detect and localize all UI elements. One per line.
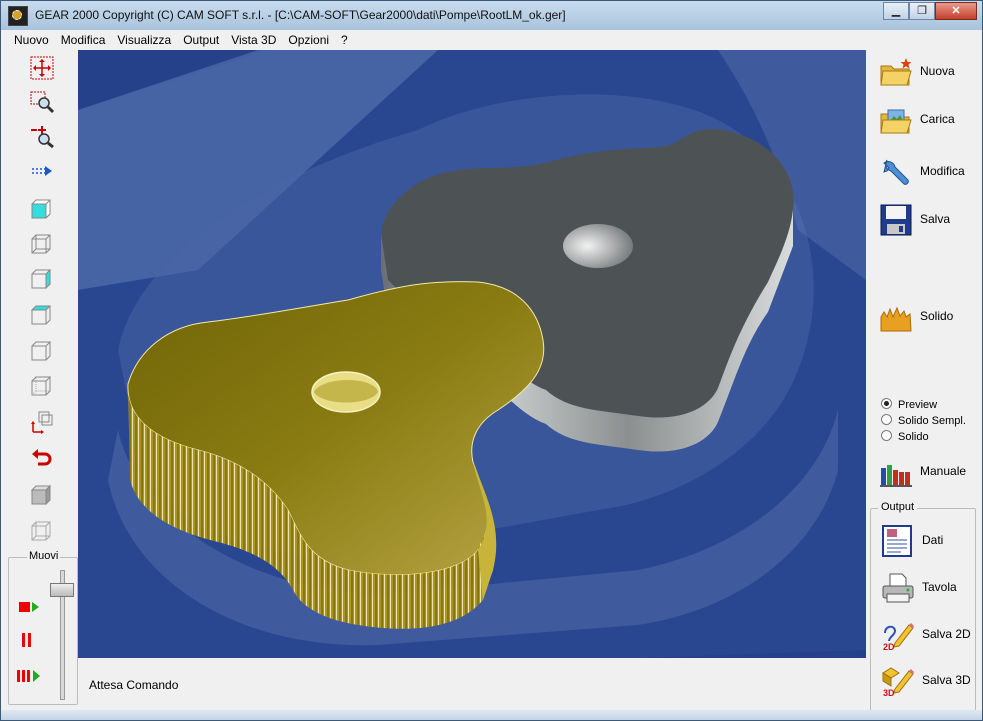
radio-preview-label: Preview: [898, 399, 938, 411]
play-icon[interactable]: [18, 598, 42, 616]
data-sheet-icon: [881, 525, 915, 557]
zoom-in-out-icon[interactable]: [30, 124, 54, 149]
manuale-label: Manuale: [920, 464, 967, 478]
cube-solid-gray-icon[interactable]: [30, 482, 54, 506]
menu-nuovo[interactable]: Nuovo: [8, 31, 55, 49]
cube-wire-gray-icon[interactable]: [30, 518, 54, 542]
step-forward-icon[interactable]: [16, 667, 44, 685]
cube-top-icon[interactable]: [30, 304, 54, 328]
radio-solido-sempl-dot[interactable]: [881, 414, 892, 425]
cube-wire-2-icon[interactable]: [30, 340, 54, 364]
salva-3d-label: Salva 3D: [922, 673, 971, 687]
cube-iso-icon[interactable]: [30, 375, 54, 399]
cube-side-icon[interactable]: [30, 268, 54, 292]
radio-preview-dot[interactable]: [881, 398, 892, 409]
floppy-disk-icon: [879, 204, 913, 236]
menu-opzioni[interactable]: Opzioni: [282, 31, 335, 49]
left-toolbar: [8, 50, 78, 550]
status-area: Attesa Comando: [78, 661, 866, 706]
menu-output[interactable]: Output: [177, 31, 225, 49]
solido-button[interactable]: Solido: [869, 295, 973, 339]
salva-3d-button[interactable]: 3D Salva 3D: [871, 659, 975, 703]
salva-2d-label: Salva 2D: [922, 627, 971, 641]
pause-icon[interactable]: [18, 631, 42, 649]
minimize-button[interactable]: ▁: [883, 2, 909, 20]
radio-solido-label: Solido: [898, 431, 929, 443]
radio-solido[interactable]: Solido: [881, 430, 929, 443]
muovi-label: Muovi: [27, 550, 61, 562]
gear-app-icon[interactable]: [8, 6, 28, 26]
menu-modifica[interactable]: Modifica: [55, 31, 112, 49]
wrench-icon: [879, 156, 913, 188]
books-icon: [879, 456, 913, 488]
move-pan-icon[interactable]: [30, 56, 54, 80]
menu-help[interactable]: ?: [335, 31, 354, 49]
salva-button[interactable]: Salva: [869, 198, 973, 242]
status-text: Attesa Comando: [89, 678, 179, 692]
folder-open-icon: [879, 104, 913, 136]
nuova-label: Nuova: [920, 64, 955, 78]
carica-button[interactable]: Carica: [869, 98, 973, 142]
cube-wire-icon[interactable]: [30, 233, 54, 257]
tavola-label: Tavola: [922, 580, 957, 594]
radio-solido-dot[interactable]: [881, 430, 892, 441]
tavola-button[interactable]: Tavola: [871, 566, 975, 610]
menu-bar: Nuovo Modifica Visualizza Output Vista 3D Opz…: [8, 31, 976, 49]
window-bottom-border: [1, 710, 982, 720]
modifica-label: Modifica: [920, 164, 965, 178]
svg-text:3D: 3D: [883, 688, 895, 697]
title-bar[interactable]: GEAR 2000 Copyright (C) CAM SOFT s.r.l. …: [1, 1, 982, 30]
radio-solido-sempl-label: Solido Sempl.: [898, 415, 966, 427]
main-window: GEAR 2000 Copyright (C) CAM SOFT s.r.l. …: [0, 0, 983, 721]
muovi-group: Muovi: [8, 550, 78, 705]
window-title: GEAR 2000 Copyright (C) CAM SOFT s.r.l. …: [35, 8, 566, 22]
gear-3d-scene: [78, 50, 866, 658]
carica-label: Carica: [920, 112, 955, 126]
save-3d-icon: 3D: [881, 665, 915, 698]
modifica-button[interactable]: Modifica: [869, 150, 973, 194]
radio-solido-sempl[interactable]: Solido Sempl.: [881, 414, 966, 427]
close-button[interactable]: ✕: [935, 2, 977, 20]
dati-label: Dati: [922, 533, 944, 547]
salva-2d-button[interactable]: 2D Salva 2D: [871, 613, 975, 657]
dati-button[interactable]: Dati: [871, 519, 975, 563]
menu-vista-3d[interactable]: Vista 3D: [225, 31, 282, 49]
gear-solid-icon: [879, 301, 913, 333]
restore-button[interactable]: ❐: [909, 2, 935, 20]
zoom-window-icon[interactable]: [30, 90, 55, 114]
manuale-button[interactable]: Manuale: [869, 450, 973, 494]
axes-rotate-icon[interactable]: [30, 410, 54, 434]
output-group-label: Output: [878, 501, 918, 513]
solido-label: Solido: [920, 309, 954, 323]
cube-front-icon[interactable]: [30, 198, 54, 222]
right-panel: Nuova Carica Modifica Salva Solido Previ…: [869, 50, 976, 712]
dashed-arrow-icon[interactable]: [30, 160, 54, 184]
radio-preview[interactable]: Preview: [881, 398, 937, 411]
save-2d-icon: 2D: [881, 619, 915, 652]
folder-new-icon: [879, 56, 913, 88]
output-group: Output Dati Tavola 2D Salva 2D 3D Salva …: [870, 501, 976, 712]
nuova-button[interactable]: Nuova: [869, 50, 973, 94]
speed-slider-thumb[interactable]: [50, 583, 74, 597]
undo-arrow-icon[interactable]: [30, 446, 54, 470]
salva-label: Salva: [920, 212, 951, 226]
3d-viewport[interactable]: [78, 50, 866, 658]
printer-icon: [881, 572, 915, 604]
menu-visualizza[interactable]: Visualizza: [111, 31, 177, 49]
svg-text:2D: 2D: [883, 642, 895, 651]
